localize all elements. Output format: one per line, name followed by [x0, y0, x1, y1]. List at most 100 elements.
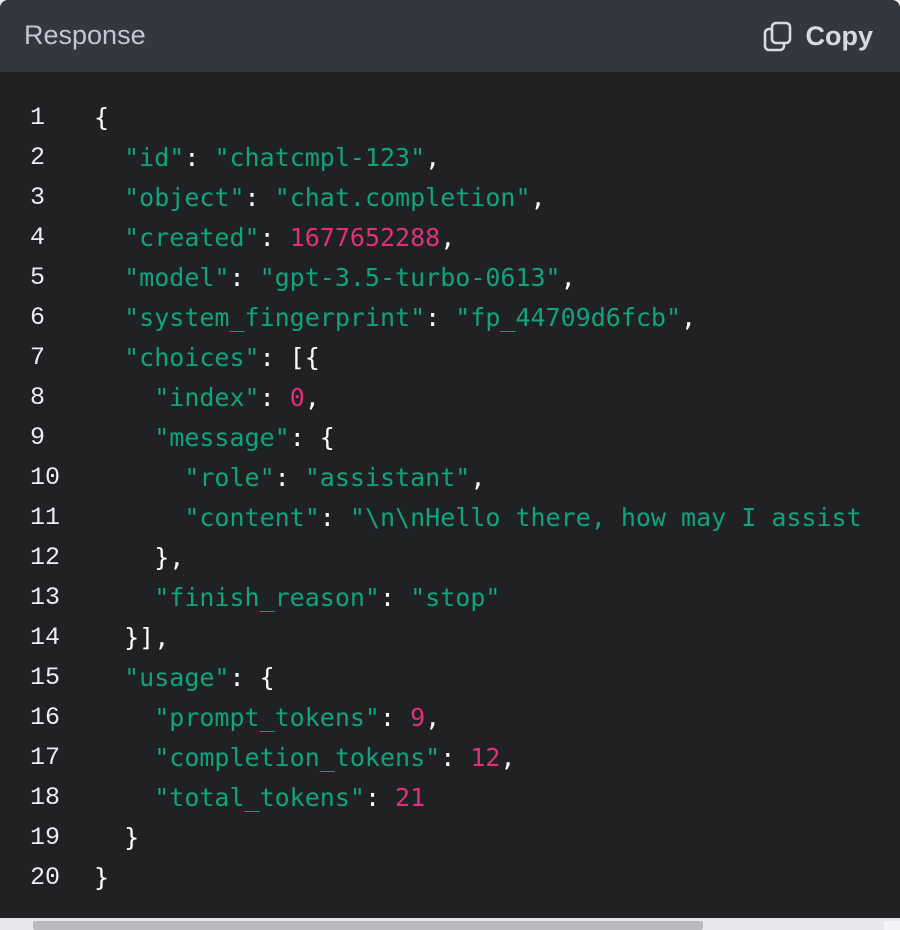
json-punctuation	[94, 223, 124, 252]
code-line-content: }	[94, 858, 109, 898]
scrollbar-thumb[interactable]	[33, 921, 703, 930]
code-line: 19 }	[0, 818, 900, 858]
code-line: 14 }],	[0, 618, 900, 658]
json-punctuation: ,	[425, 703, 441, 732]
line-number: 15	[30, 663, 61, 692]
json-punctuation: {	[94, 103, 110, 132]
code-line: 10 "role": "assistant",	[0, 458, 900, 498]
json-punctuation: }	[94, 823, 140, 852]
json-punctuation: : {	[289, 423, 335, 452]
json-code-area[interactable]: 1{2 "id": "chatcmpl-123", 3 "object": "ch…	[0, 98, 900, 898]
json-punctuation: }],	[94, 623, 170, 652]
horizontal-scrollbar[interactable]	[0, 918, 900, 930]
copy-icon	[763, 21, 791, 52]
json-punctuation: ,	[500, 743, 516, 772]
line-number: 12	[30, 543, 61, 572]
code-line-content: }],	[94, 618, 169, 658]
json-punctuation	[94, 503, 184, 532]
json-punctuation	[94, 183, 124, 212]
code-line: 1{	[0, 98, 900, 138]
json-punctuation: :	[440, 743, 471, 772]
code-line: 3 "object": "chat.completion",	[0, 178, 900, 218]
code-line: 17 "completion_tokens": 12,	[0, 738, 900, 778]
json-punctuation: :	[425, 303, 456, 332]
json-string: "chat.completion"	[274, 183, 531, 212]
code-line-content: "prompt_tokens": 9,	[94, 698, 440, 738]
json-punctuation: ,	[681, 303, 697, 332]
json-string: "model"	[124, 263, 230, 292]
json-punctuation: ,	[425, 143, 441, 172]
json-punctuation: ,	[304, 383, 320, 412]
json-string: "completion_tokens"	[154, 743, 441, 772]
code-line-content: "index": 0,	[94, 378, 320, 418]
json-string: "stop"	[410, 583, 501, 612]
line-number: 16	[30, 703, 61, 732]
json-string: "prompt_tokens"	[154, 703, 380, 732]
json-punctuation: },	[94, 543, 185, 572]
code-line-content: "choices": [{	[94, 338, 320, 378]
json-punctuation: :	[259, 223, 290, 252]
code-line-content: "system_fingerprint": "fp_44709d6fcb",	[94, 298, 696, 338]
line-number: 5	[30, 263, 46, 292]
json-string: "fp_44709d6fcb"	[455, 303, 682, 332]
json-string: "assistant"	[304, 463, 471, 492]
json-punctuation: :	[380, 703, 411, 732]
json-number: 21	[395, 783, 426, 812]
json-punctuation: ,	[470, 463, 486, 492]
line-number: 10	[30, 463, 61, 492]
code-line-content: "model": "gpt-3.5-turbo-0613",	[94, 258, 576, 298]
json-punctuation	[94, 463, 184, 492]
json-punctuation: :	[259, 383, 290, 412]
line-number: 1	[30, 103, 46, 132]
json-punctuation	[94, 663, 124, 692]
json-string: "id"	[124, 143, 185, 172]
code-line-content: "completion_tokens": 12,	[94, 738, 515, 778]
json-punctuation: ,	[530, 183, 546, 212]
json-punctuation	[94, 783, 154, 812]
json-punctuation: :	[184, 143, 215, 172]
json-string: "content"	[184, 503, 320, 532]
json-string: "gpt-3.5-turbo-0613"	[259, 263, 561, 292]
code-line: 20}	[0, 858, 900, 898]
json-punctuation	[94, 303, 124, 332]
scrollbar-track-end[interactable]	[884, 921, 900, 930]
json-number: 1677652288	[289, 223, 441, 252]
copy-button[interactable]: Copy	[762, 19, 873, 53]
json-punctuation	[94, 703, 154, 732]
json-string: "index"	[154, 383, 260, 412]
json-punctuation: :	[380, 583, 411, 612]
line-number: 4	[30, 223, 46, 252]
code-line-content: "message": {	[94, 418, 335, 458]
code-line: 6 "system_fingerprint": "fp_44709d6fcb",	[0, 298, 900, 338]
json-string: "choices"	[124, 343, 260, 372]
json-string: "role"	[184, 463, 275, 492]
json-punctuation	[94, 583, 154, 612]
line-number: 6	[30, 303, 46, 332]
json-punctuation	[94, 383, 154, 412]
code-line: 2 "id": "chatcmpl-123",	[0, 138, 900, 178]
json-punctuation: :	[229, 263, 260, 292]
json-string: "total_tokens"	[154, 783, 365, 812]
json-punctuation: ,	[560, 263, 576, 292]
json-punctuation: }	[94, 863, 110, 892]
line-number: 20	[30, 863, 61, 892]
code-line: 7 "choices": [{	[0, 338, 900, 378]
line-number: 14	[30, 623, 61, 652]
code-line-content: "object": "chat.completion",	[94, 178, 546, 218]
code-line-content: "content": "\n\nHello there, how may I a…	[94, 498, 861, 538]
json-number: 12	[470, 743, 501, 772]
line-number: 18	[30, 783, 61, 812]
line-number: 11	[30, 503, 61, 532]
code-line: 4 "created": 1677652288,	[0, 218, 900, 258]
code-line: 16 "prompt_tokens": 9,	[0, 698, 900, 738]
line-number: 8	[30, 383, 46, 412]
json-punctuation: :	[364, 783, 396, 812]
code-line-content: "created": 1677652288,	[94, 218, 455, 258]
code-line-content: }	[94, 818, 139, 858]
json-punctuation: :	[244, 183, 275, 212]
json-string: "system_fingerprint"	[124, 303, 426, 332]
json-punctuation: : {	[229, 663, 275, 692]
line-number: 13	[30, 583, 61, 612]
code-line: 18 "total_tokens": 21	[0, 778, 900, 818]
code-line-content: "total_tokens": 21	[94, 778, 425, 818]
